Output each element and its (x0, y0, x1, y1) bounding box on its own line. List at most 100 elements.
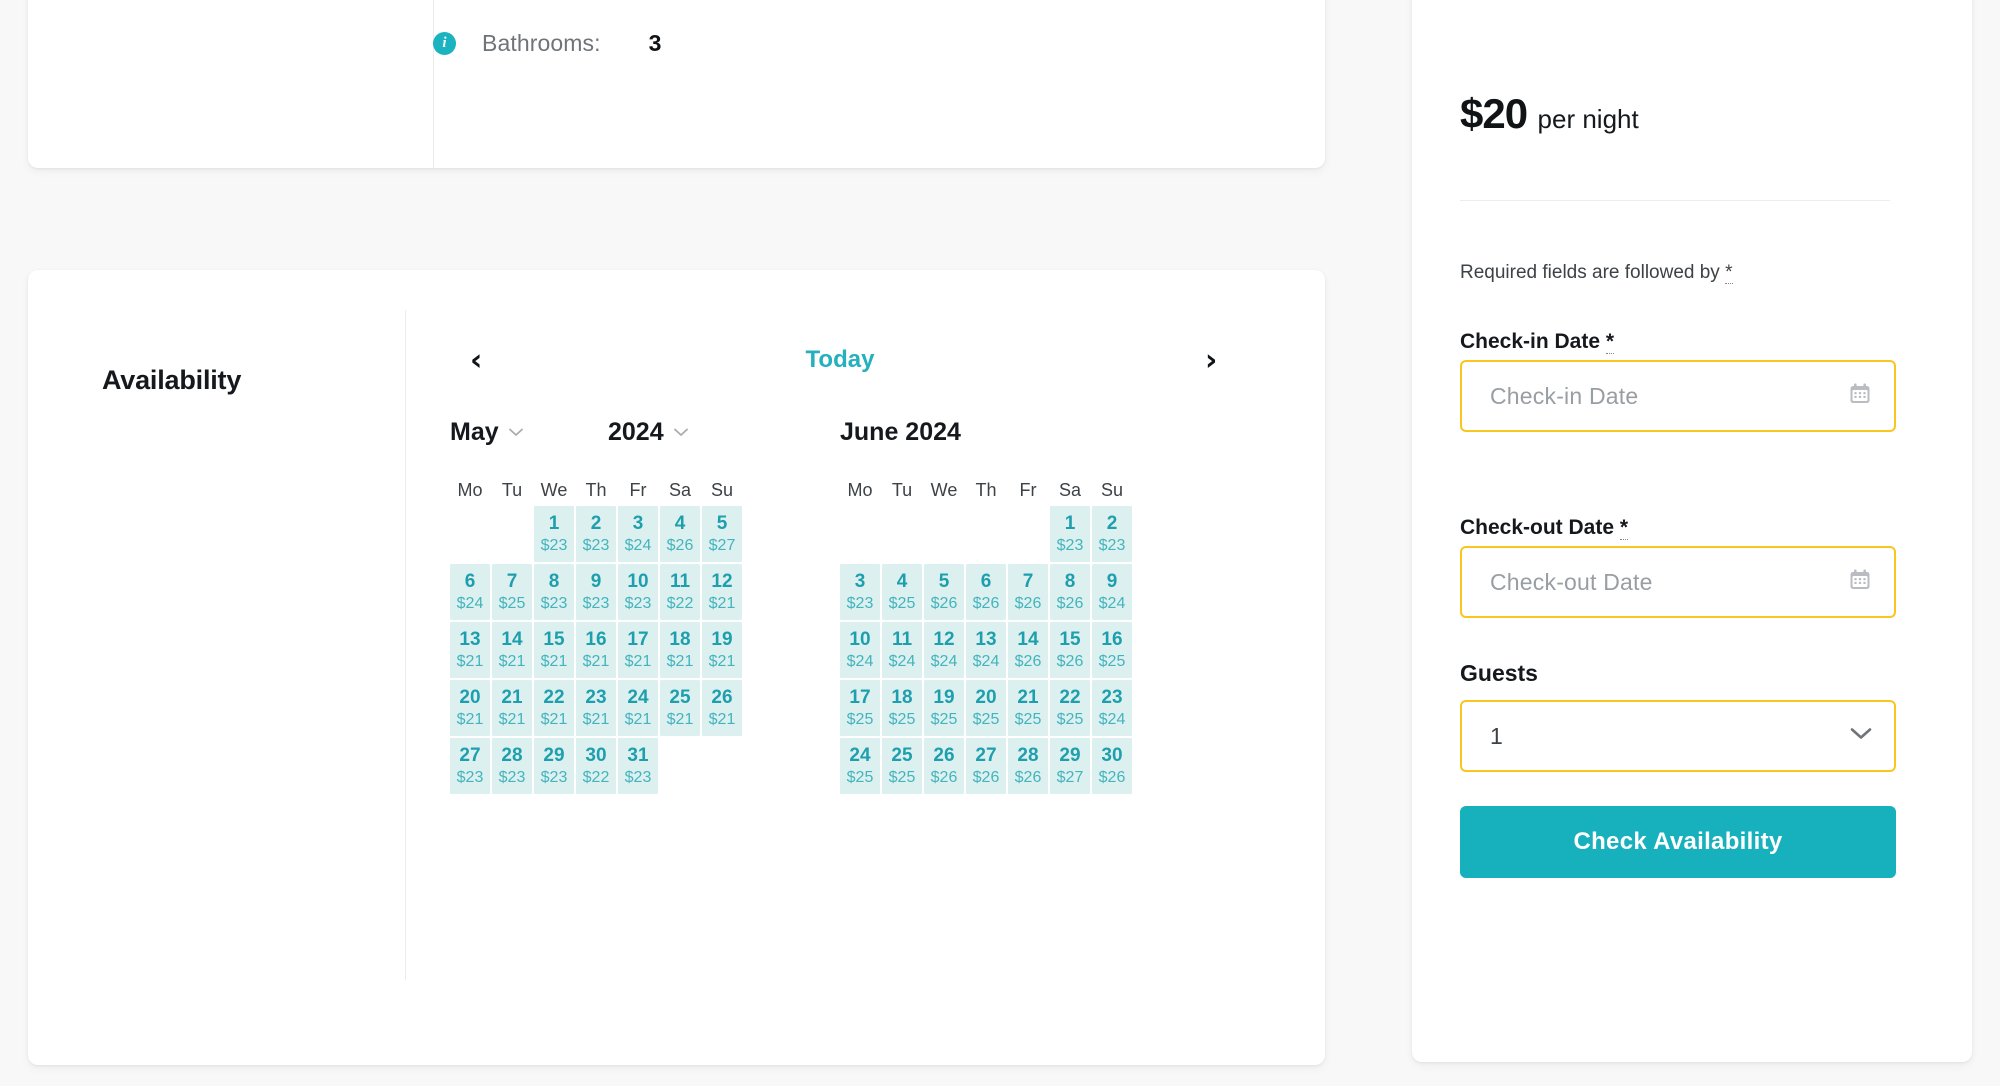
calendar-day-cell[interactable]: 12 $21 (702, 564, 742, 620)
calendar-day-cell[interactable]: 15 $26 (1050, 622, 1090, 678)
calendar-day-cell[interactable]: 10 $24 (840, 622, 880, 678)
calendar-day-cell[interactable]: 20 $25 (966, 680, 1006, 736)
calendar-day-number: 9 (1106, 571, 1118, 593)
calendar-day-cell[interactable]: 21 $21 (492, 680, 532, 736)
calendar-today-button[interactable]: Today (450, 346, 1230, 374)
calendar-day-price: $21 (582, 710, 610, 728)
calendar-day-cell[interactable]: 15 $21 (534, 622, 574, 678)
checkout-date-input[interactable]: Check-out Date (1460, 546, 1896, 618)
calendar-day-number: 6 (980, 571, 992, 593)
price-line: $20 per night (1460, 90, 1639, 138)
calendar-day-cell[interactable]: 5 $26 (924, 564, 964, 620)
calendar-day-cell[interactable]: 25 $21 (660, 680, 700, 736)
calendar-day-cell[interactable]: 20 $21 (450, 680, 490, 736)
calendar-day-cell[interactable]: 13 $21 (450, 622, 490, 678)
calendar-next-button[interactable]: › (1205, 346, 1217, 376)
chevron-down-icon (508, 425, 523, 440)
calendar-day-cell[interactable]: 2 $23 (576, 506, 616, 562)
calendar-day-cell[interactable]: 23 $21 (576, 680, 616, 736)
calendar-day-cell[interactable]: 22 $21 (534, 680, 574, 736)
calendar-day-cell[interactable]: 29 $23 (534, 738, 574, 794)
checkin-date-input[interactable]: Check-in Date (1460, 360, 1896, 432)
calendar-day-empty (1008, 506, 1048, 562)
calendar-day-cell[interactable]: 8 $23 (534, 564, 574, 620)
calendar-day-cell[interactable]: 24 $21 (618, 680, 658, 736)
calendar-day-cell[interactable]: 1 $23 (534, 506, 574, 562)
calendar-day-number: 28 (1017, 745, 1039, 767)
calendar-day-number: 17 (627, 629, 649, 651)
calendar-day-number: 5 (938, 571, 950, 593)
calendar-day-cell[interactable]: 19 $21 (702, 622, 742, 678)
calendar-day-cell[interactable]: 26 $26 (924, 738, 964, 794)
calendar-day-cell[interactable]: 30 $26 (1092, 738, 1132, 794)
calendar-day-price: $24 (846, 652, 874, 670)
calendar-day-price: $21 (708, 652, 736, 670)
calendar-week-row: 24 $25 25 $25 26 $26 27 $26 28 $26 29 $27 30 $26 (840, 738, 1230, 794)
calendar-day-empty (966, 506, 1006, 562)
calendar-day-cell[interactable]: 30 $22 (576, 738, 616, 794)
calendar-day-cell[interactable]: 28 $23 (492, 738, 532, 794)
calendar-day-number: 23 (1101, 687, 1123, 709)
calendar-day-cell[interactable]: 6 $24 (450, 564, 490, 620)
calendar-day-cell[interactable]: 18 $21 (660, 622, 700, 678)
calendar-day-cell[interactable]: 13 $24 (966, 622, 1006, 678)
calendar-day-cell[interactable]: 27 $26 (966, 738, 1006, 794)
calendar-day-number: 12 (933, 629, 955, 651)
calendar-day-cell[interactable]: 21 $25 (1008, 680, 1048, 736)
calendar-day-cell[interactable]: 31 $23 (618, 738, 658, 794)
calendar-day-cell[interactable]: 28 $26 (1008, 738, 1048, 794)
calendar-day-cell[interactable]: 16 $25 (1092, 622, 1132, 678)
guests-select[interactable]: 1 (1460, 700, 1896, 772)
calendar-day-empty (924, 506, 964, 562)
calendar-day-cell[interactable]: 12 $24 (924, 622, 964, 678)
calendar-day-cell[interactable]: 4 $25 (882, 564, 922, 620)
calendar-day-cell[interactable]: 9 $23 (576, 564, 616, 620)
calendar-day-cell[interactable]: 18 $25 (882, 680, 922, 736)
calendar-day-cell[interactable]: 9 $24 (1092, 564, 1132, 620)
calendar-day-price: $21 (540, 710, 568, 728)
calendar-day-cell[interactable]: 19 $25 (924, 680, 964, 736)
calendar-day-cell[interactable]: 11 $24 (882, 622, 922, 678)
calendar-day-cell[interactable]: 26 $21 (702, 680, 742, 736)
calendar-day-price: $25 (930, 710, 958, 728)
checkout-date-label-text: Check-out Date (1460, 516, 1615, 539)
calendar-day-cell[interactable]: 3 $24 (618, 506, 658, 562)
calendar-day-cell[interactable]: 14 $21 (492, 622, 532, 678)
calendar-day-cell[interactable]: 1 $23 (1050, 506, 1090, 562)
calendar-day-cell[interactable]: 4 $26 (660, 506, 700, 562)
calendar-icon[interactable] (1848, 382, 1872, 411)
calendar-day-price: $25 (1098, 652, 1126, 670)
calendar-day-cell[interactable]: 16 $21 (576, 622, 616, 678)
chevron-down-icon[interactable] (1850, 727, 1872, 746)
calendar-day-cell[interactable]: 8 $26 (1050, 564, 1090, 620)
calendar-day-cell[interactable]: 17 $25 (840, 680, 880, 736)
calendar-day-number: 24 (849, 745, 871, 767)
calendar-day-cell[interactable]: 7 $25 (492, 564, 532, 620)
calendar-day-cell[interactable]: 17 $21 (618, 622, 658, 678)
calendar-day-cell[interactable]: 10 $23 (618, 564, 658, 620)
calendar-icon[interactable] (1848, 568, 1872, 597)
calendar-day-cell[interactable]: 11 $22 (660, 564, 700, 620)
calendar-day-cell[interactable]: 7 $26 (1008, 564, 1048, 620)
calendar-day-cell[interactable]: 5 $27 (702, 506, 742, 562)
calendar-day-number: 30 (585, 745, 607, 767)
calendar-day-cell[interactable]: 14 $26 (1008, 622, 1048, 678)
month-select[interactable]: May (450, 418, 608, 447)
calendar-day-cell[interactable]: 2 $23 (1092, 506, 1132, 562)
calendar-day-price: $26 (1014, 652, 1042, 670)
calendar-week-row: 1 $23 2 $23 3 $24 4 $26 5 $27 (450, 506, 840, 562)
calendar-day-cell[interactable]: 27 $23 (450, 738, 490, 794)
calendar-day-cell[interactable]: 25 $25 (882, 738, 922, 794)
calendar-day-cell[interactable]: 22 $25 (1050, 680, 1090, 736)
calendar-day-price: $23 (582, 536, 610, 554)
check-availability-button[interactable]: Check Availability (1460, 806, 1896, 878)
calendar-day-cell[interactable]: 23 $24 (1092, 680, 1132, 736)
calendar-day-cell[interactable]: 3 $23 (840, 564, 880, 620)
calendar-day-number: 20 (459, 687, 481, 709)
weekday-label: Mo (457, 480, 483, 500)
year-select[interactable]: 2024 (608, 418, 688, 447)
calendar-day-number: 5 (716, 513, 728, 535)
calendar-day-cell[interactable]: 24 $25 (840, 738, 880, 794)
calendar-day-cell[interactable]: 6 $26 (966, 564, 1006, 620)
calendar-day-cell[interactable]: 29 $27 (1050, 738, 1090, 794)
